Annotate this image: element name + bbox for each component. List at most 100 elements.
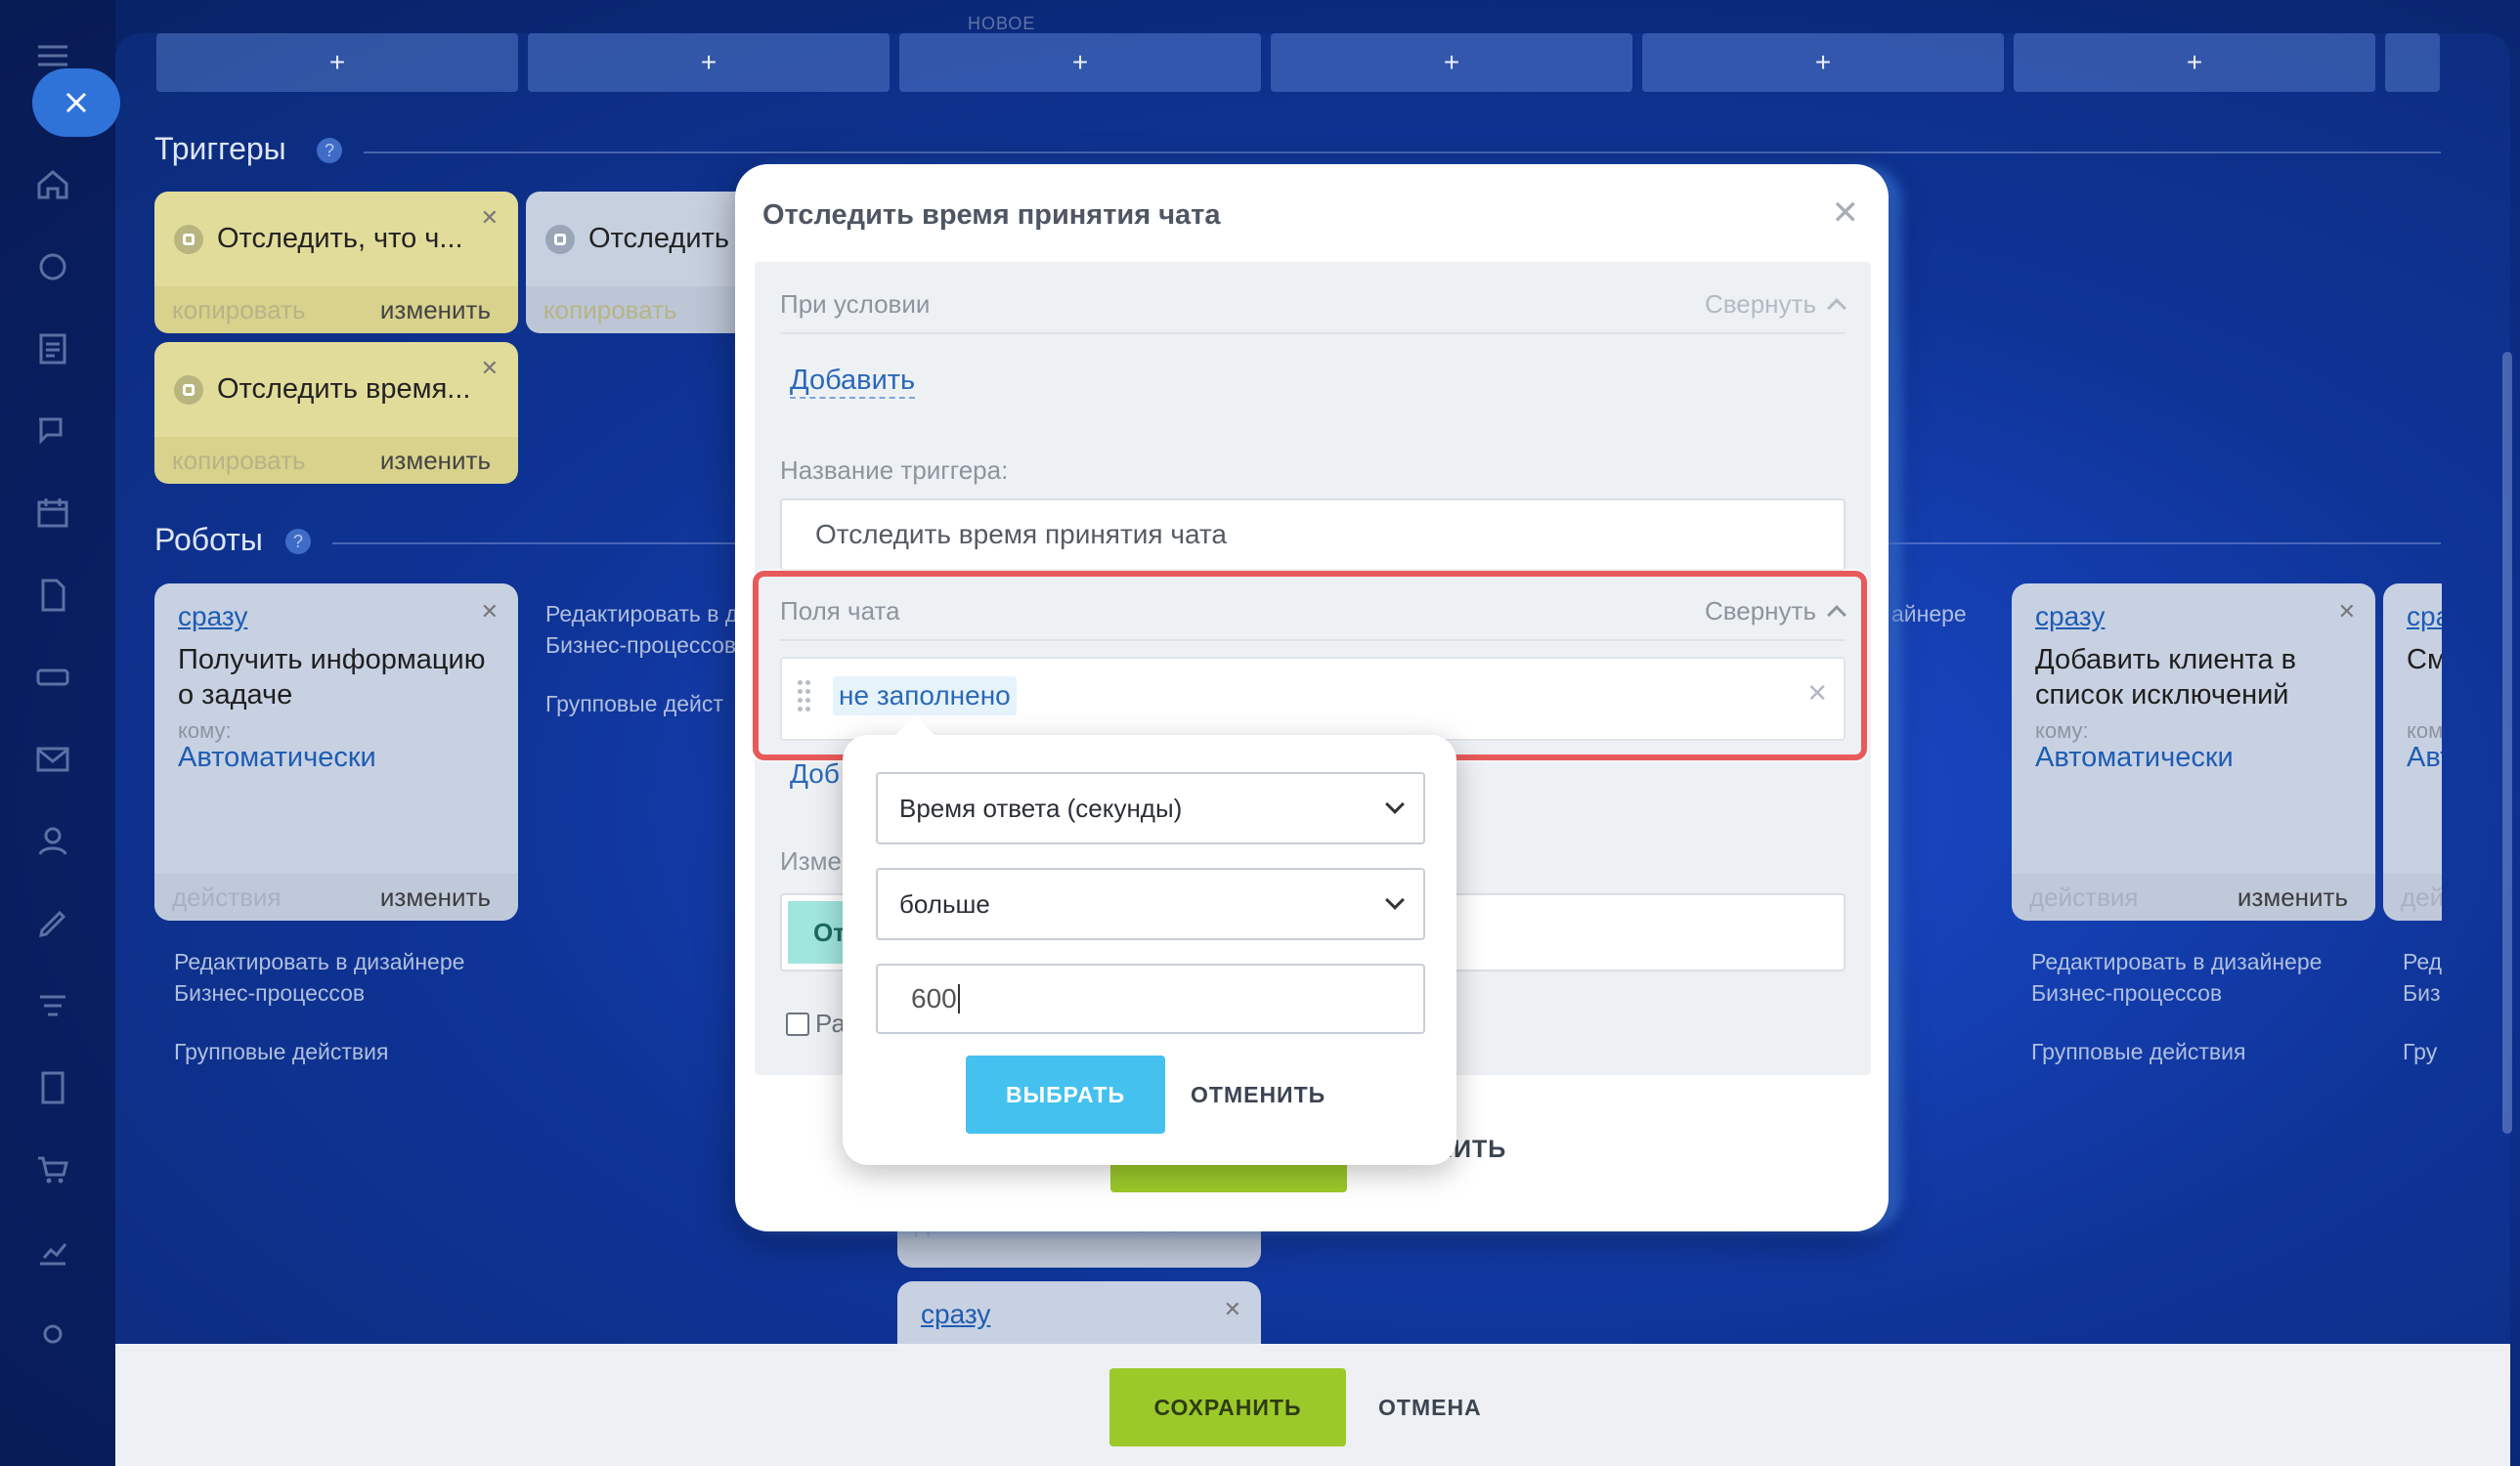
robot-card[interactable]: сразу ✕ Добавить клиента в список исключ… bbox=[2012, 583, 2375, 921]
trigger-title: Отследить, что ч... bbox=[217, 223, 463, 254]
robot-when-link[interactable]: сразу bbox=[921, 1299, 990, 1330]
edit-link[interactable]: изменить bbox=[380, 295, 491, 325]
delete-icon[interactable]: ✕ bbox=[481, 205, 499, 231]
robots-help-icon[interactable]: ? bbox=[285, 529, 311, 554]
edit-link[interactable]: изменить bbox=[380, 883, 491, 913]
robot-title: Добавить клиента в список исключений bbox=[2035, 644, 2297, 711]
group-actions-link[interactable]: Групповые дейст bbox=[545, 688, 741, 719]
lock-icon bbox=[545, 224, 575, 254]
trigger-title: Отследить время... bbox=[217, 373, 471, 405]
close-icon bbox=[65, 92, 87, 113]
stage-add-3[interactable]: + bbox=[899, 33, 1261, 92]
chevron-down-icon bbox=[1385, 795, 1405, 814]
choose-button[interactable]: ВЫБРАТЬ bbox=[966, 1056, 1165, 1134]
stage-add-1[interactable]: + bbox=[156, 33, 518, 92]
copy-link[interactable]: копировать bbox=[543, 295, 677, 325]
designer-link[interactable]: Ред Биз bbox=[2403, 946, 2442, 1009]
stage-add-4[interactable]: + bbox=[1271, 33, 1632, 92]
stage-label-new: НОВОЕ bbox=[968, 14, 1036, 33]
divider bbox=[780, 332, 1846, 334]
chevron-up-icon bbox=[1827, 298, 1847, 318]
stage-add-7[interactable] bbox=[2385, 33, 2440, 92]
actions-link[interactable]: действия bbox=[2029, 883, 2138, 913]
robot-responsible[interactable]: Автоматически bbox=[2035, 742, 2234, 774]
automation-icon[interactable] bbox=[32, 985, 73, 1026]
mail-icon[interactable] bbox=[32, 739, 73, 780]
robot-responsible[interactable]: Автоматически bbox=[178, 742, 376, 774]
lock-icon bbox=[174, 224, 203, 254]
edit-link[interactable]: изменить bbox=[2238, 883, 2348, 913]
designer-link[interactable]: Редактировать в дизайнере Бизнес-процессо… bbox=[174, 946, 464, 1009]
triggers-title: Триггеры bbox=[154, 131, 286, 166]
robot-responsible[interactable]: Авт bbox=[2407, 742, 2442, 774]
close-slider-button[interactable] bbox=[32, 68, 120, 137]
cart-icon[interactable] bbox=[32, 1149, 73, 1190]
add-chat-field-link[interactable]: Доб bbox=[790, 758, 840, 790]
group-actions-link[interactable]: Групповые действия bbox=[2031, 1036, 2245, 1067]
copy-link[interactable]: копировать bbox=[172, 446, 306, 476]
copy-link[interactable]: копировать bbox=[172, 295, 306, 325]
chevron-down-icon bbox=[1385, 890, 1405, 910]
edit-link[interactable]: изменить bbox=[380, 446, 491, 476]
edit-doc-icon[interactable] bbox=[32, 1067, 73, 1108]
popup-cancel-button[interactable]: ОТМЕНИТЬ bbox=[1191, 1056, 1325, 1134]
sign-icon[interactable] bbox=[32, 903, 73, 944]
close-icon[interactable]: ✕ bbox=[1832, 194, 1860, 233]
add-icon: + bbox=[700, 47, 717, 77]
condition-collapse[interactable]: Свернуть bbox=[1705, 289, 1847, 320]
designer-link[interactable]: Редактировать в ди Бизнес-процессов bbox=[545, 598, 741, 661]
group-actions-link[interactable]: Гру bbox=[2403, 1036, 2437, 1067]
robot-card[interactable]: сра См ком Авт дей bbox=[2383, 583, 2442, 921]
stage-add-2[interactable]: + bbox=[528, 33, 890, 92]
actions-link[interactable]: действия bbox=[172, 883, 281, 913]
delete-icon[interactable]: ✕ bbox=[481, 599, 499, 625]
home-icon[interactable] bbox=[32, 164, 73, 205]
robot-when-link[interactable]: сразу bbox=[178, 601, 247, 632]
analytics-icon[interactable] bbox=[32, 1231, 73, 1272]
robots-title: Роботы bbox=[154, 522, 263, 557]
trigger-name-input[interactable]: Отследить время принятия чата bbox=[780, 498, 1846, 571]
robot-when-link[interactable]: сразу bbox=[2035, 601, 2105, 632]
robot-when-link[interactable]: сра bbox=[2407, 601, 2442, 632]
value-input[interactable]: 600 bbox=[876, 964, 1425, 1034]
change-tag[interactable]: От bbox=[788, 901, 847, 964]
operator-select[interactable]: больше bbox=[876, 868, 1425, 940]
designer-link[interactable]: Редактировать в дизайнере Бизнес-процессо… bbox=[2031, 946, 2322, 1009]
settings-icon[interactable] bbox=[32, 1314, 73, 1355]
dialog-save-button[interactable] bbox=[1110, 1163, 1347, 1192]
robot-card[interactable]: сразу ✕ Получить информацию о задаче ком… bbox=[154, 583, 518, 921]
change-label: Изме bbox=[780, 846, 842, 876]
add-condition-link[interactable]: Добавить bbox=[790, 364, 916, 399]
add-icon: + bbox=[328, 47, 346, 77]
add-icon: + bbox=[1814, 47, 1832, 77]
users-icon[interactable] bbox=[32, 821, 73, 862]
tasks-icon[interactable] bbox=[32, 328, 73, 369]
calendar-icon[interactable] bbox=[32, 493, 73, 534]
add-icon: + bbox=[1071, 47, 1089, 77]
delete-icon[interactable]: ✕ bbox=[2338, 599, 2356, 625]
crm-icon[interactable] bbox=[32, 246, 73, 287]
stage-add-5[interactable]: + bbox=[1642, 33, 2004, 92]
delete-icon[interactable]: ✕ bbox=[1224, 1297, 1241, 1322]
cancel-button[interactable]: ОТМЕНА bbox=[1378, 1368, 1482, 1446]
document-icon[interactable] bbox=[32, 575, 73, 616]
lock-icon bbox=[174, 374, 203, 405]
field-select[interactable]: Время ответа (секунды) bbox=[876, 772, 1425, 844]
robot-to-label: кому: bbox=[178, 718, 232, 743]
stage-add-6[interactable]: + bbox=[2014, 33, 2375, 92]
chat-icon[interactable] bbox=[32, 410, 73, 452]
triggers-help-icon[interactable]: ? bbox=[317, 138, 342, 163]
trigger-card[interactable]: Отследить, что ч... ✕ копировать изменить bbox=[154, 192, 518, 333]
triggers-divider bbox=[364, 151, 2441, 153]
delete-icon[interactable]: ✕ bbox=[481, 356, 499, 381]
save-button[interactable]: СОХРАНИТЬ bbox=[1109, 1368, 1346, 1446]
designer-link[interactable]: айнере bbox=[1891, 598, 1967, 629]
checkbox[interactable] bbox=[786, 1013, 809, 1036]
robot-title: Получить информацию о задаче bbox=[178, 644, 486, 711]
trigger-card[interactable]: Отследить время... ✕ копировать изменить bbox=[154, 342, 518, 484]
add-icon: + bbox=[1443, 47, 1460, 77]
actions-link[interactable]: дей bbox=[2401, 883, 2442, 913]
scrollbar[interactable] bbox=[2502, 352, 2512, 1134]
drive-icon[interactable] bbox=[32, 657, 73, 698]
group-actions-link[interactable]: Групповые действия bbox=[174, 1036, 388, 1067]
